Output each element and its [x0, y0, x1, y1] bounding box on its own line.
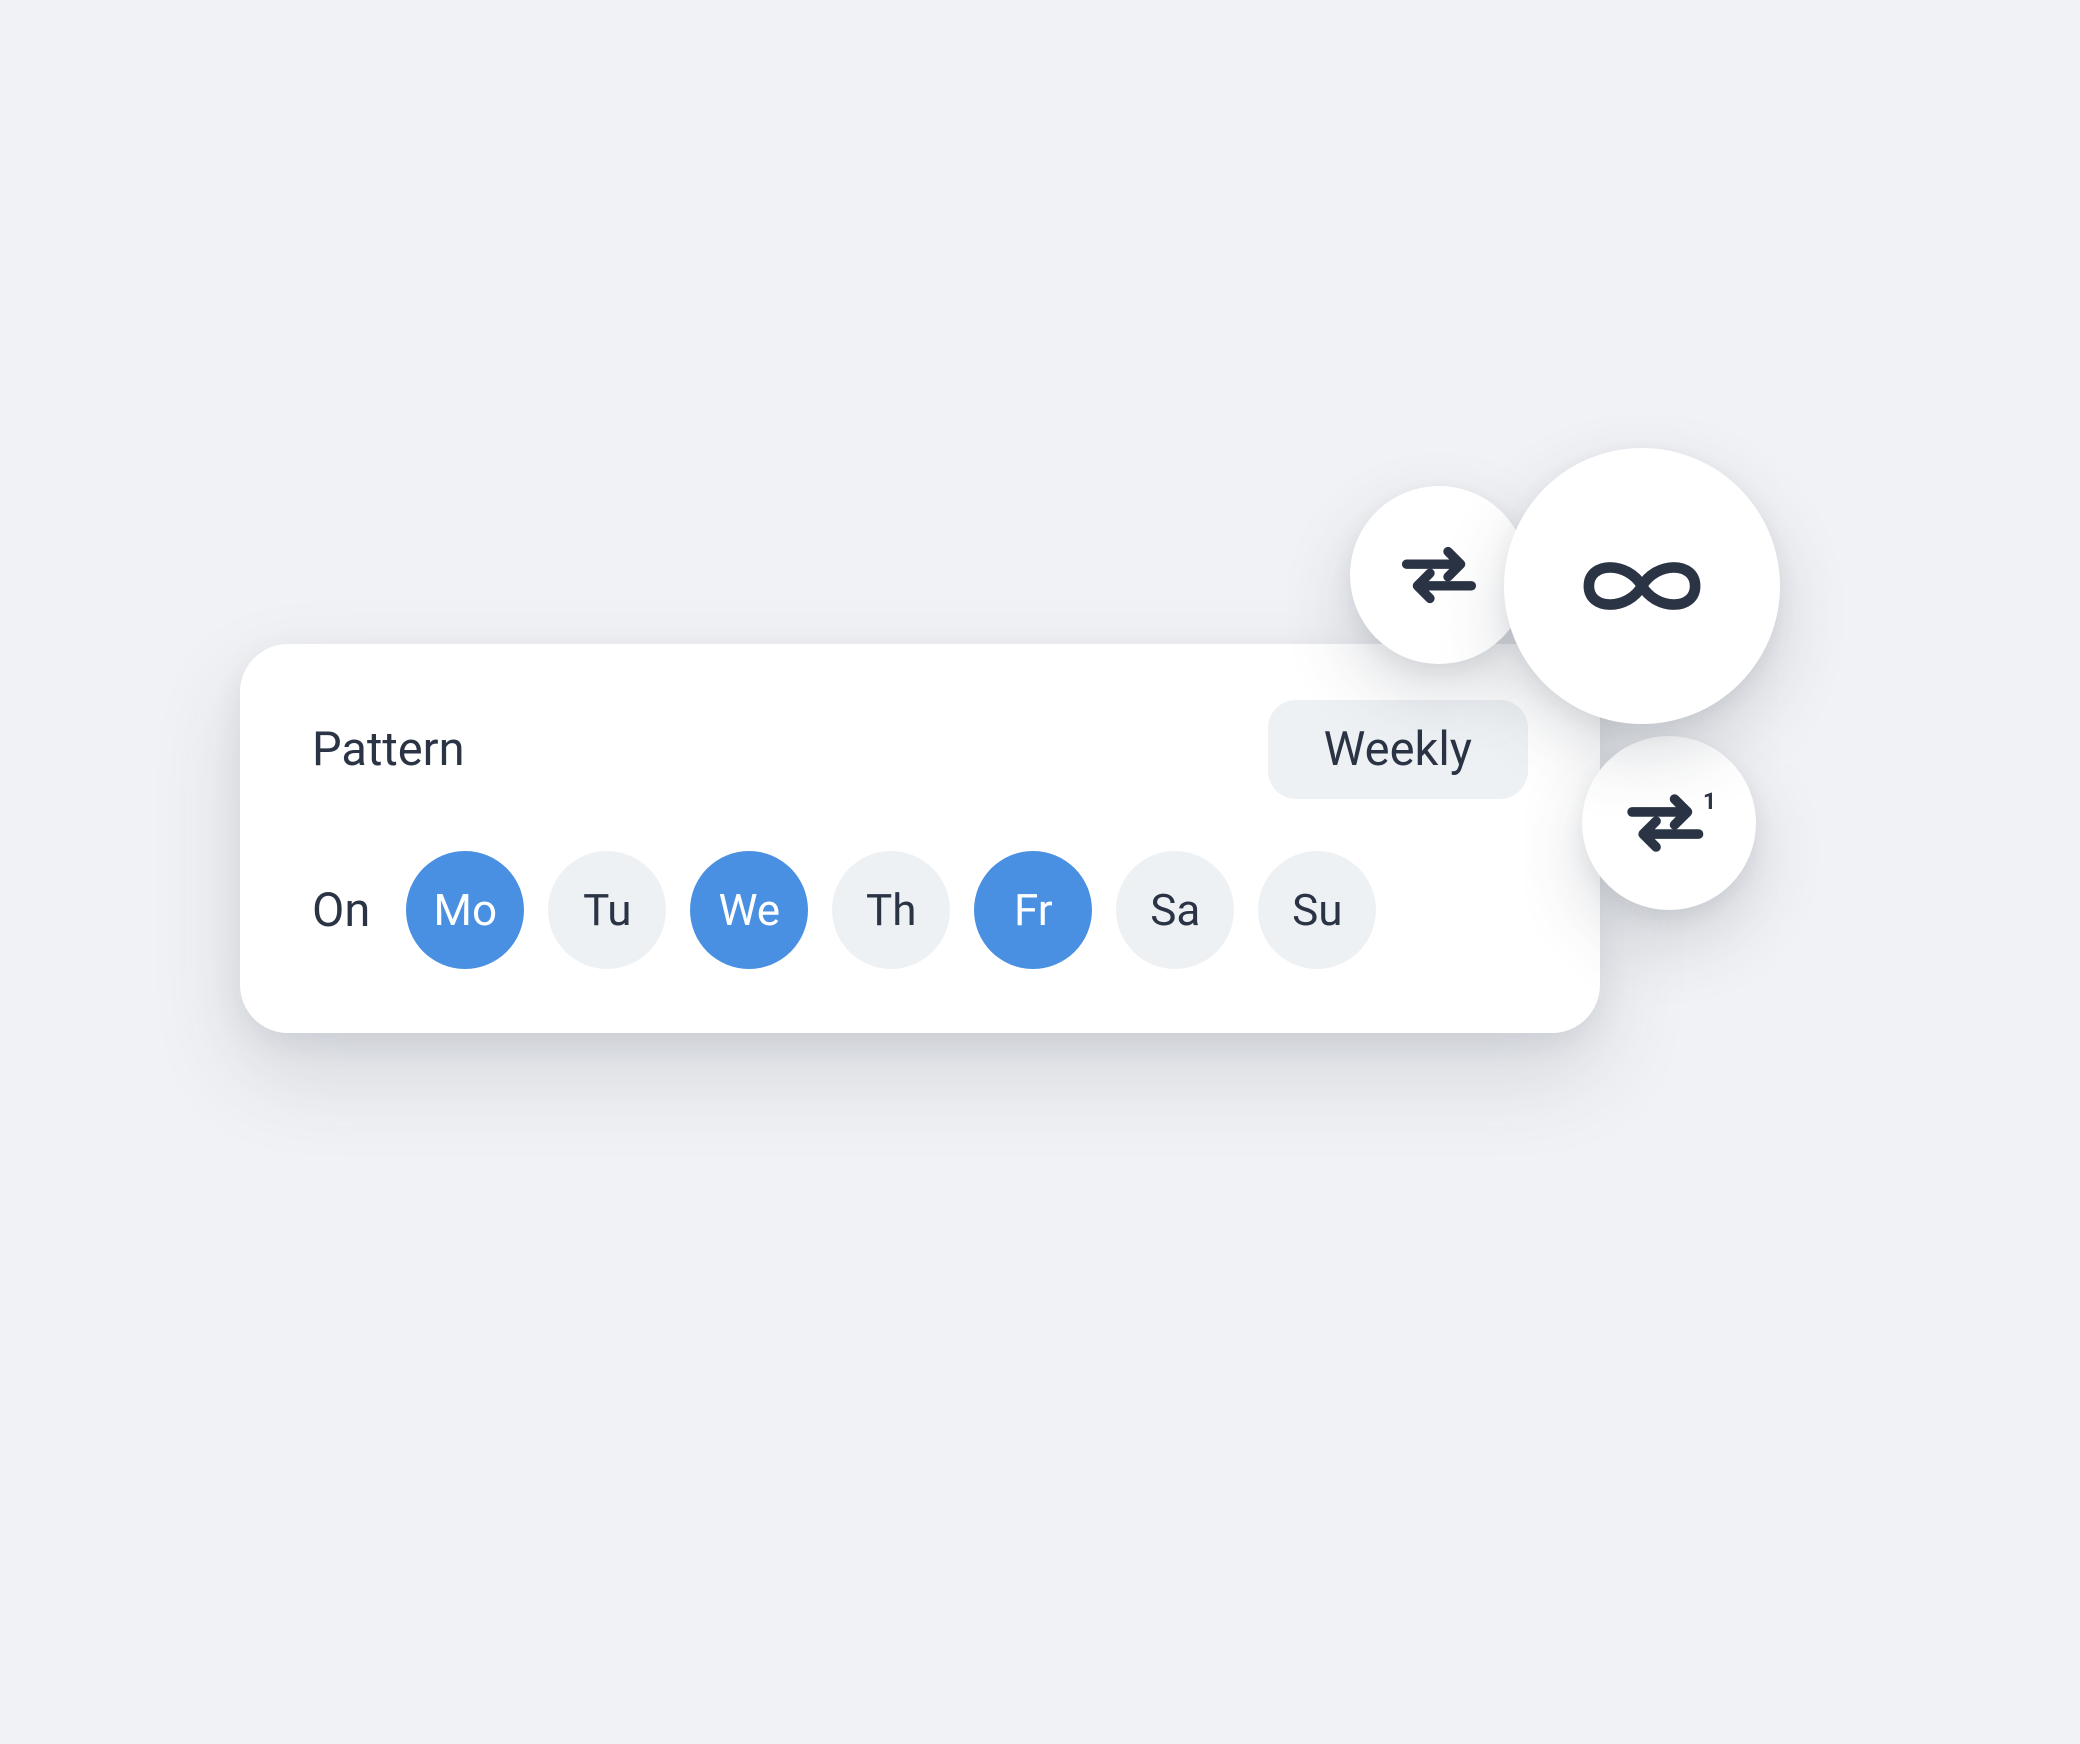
pattern-row: Pattern Weekly: [312, 700, 1528, 799]
infinity-button[interactable]: [1504, 448, 1780, 724]
repeat-once-button[interactable]: 1: [1582, 736, 1756, 910]
day-toggle-th[interactable]: Th: [832, 851, 950, 969]
day-picker: Mo Tu We Th Fr Sa Su: [406, 851, 1376, 969]
on-row: On Mo Tu We Th Fr Sa Su: [312, 851, 1528, 969]
repeat-icon: [1394, 539, 1484, 611]
day-toggle-mo[interactable]: Mo: [406, 851, 524, 969]
pattern-card: Pattern Weekly On Mo Tu We Th Fr Sa Su: [240, 644, 1600, 1033]
day-toggle-tu[interactable]: Tu: [548, 851, 666, 969]
repeat-one-icon: 1: [1621, 785, 1717, 861]
day-toggle-sa[interactable]: Sa: [1116, 851, 1234, 969]
day-toggle-we[interactable]: We: [690, 851, 808, 969]
svg-text:1: 1: [1703, 788, 1716, 815]
pattern-label: Pattern: [312, 722, 465, 777]
pattern-value-select[interactable]: Weekly: [1268, 700, 1528, 799]
on-label: On: [312, 883, 370, 938]
repeat-button[interactable]: [1350, 486, 1528, 664]
day-toggle-fr[interactable]: Fr: [974, 851, 1092, 969]
day-toggle-su[interactable]: Su: [1258, 851, 1376, 969]
infinity-icon: [1557, 541, 1727, 631]
